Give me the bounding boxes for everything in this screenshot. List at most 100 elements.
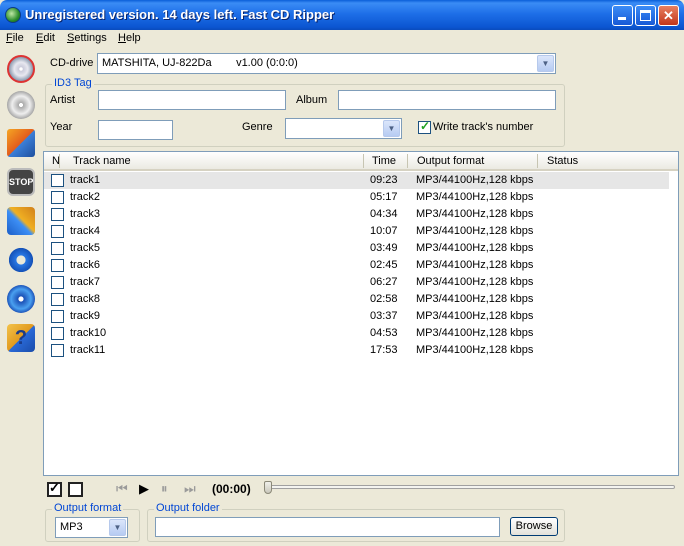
- write-track-number-label: Write track's number: [433, 121, 534, 133]
- track-format-cell: MP3/44100Hz,128 kbps: [416, 242, 534, 254]
- year-input[interactable]: [98, 120, 173, 140]
- column-divider[interactable]: [59, 154, 60, 168]
- track-format-cell: MP3/44100Hz,128 kbps: [416, 225, 534, 237]
- track-name-cell: track10: [70, 327, 107, 339]
- chevron-down-icon[interactable]: ▼: [537, 55, 554, 72]
- playback-time: (00:00): [212, 482, 251, 496]
- track-name-cell: track1: [70, 174, 100, 186]
- track-name-cell: track8: [70, 293, 100, 305]
- previous-icon[interactable]: ⏮: [116, 481, 128, 497]
- close-button[interactable]: ✕: [658, 5, 679, 26]
- cd-info-button[interactable]: [4, 88, 38, 122]
- track-time-cell: 03:49: [370, 242, 398, 254]
- track-checkbox[interactable]: [51, 208, 64, 221]
- column-divider[interactable]: [537, 154, 538, 168]
- rip-icon: [7, 55, 35, 83]
- track-checkbox[interactable]: [51, 242, 64, 255]
- help-button[interactable]: ?: [4, 321, 38, 355]
- next-icon[interactable]: ⏭: [184, 481, 196, 497]
- table-row[interactable]: track6 02:45 MP3/44100Hz,128 kbps: [44, 257, 678, 274]
- track-format-cell: MP3/44100Hz,128 kbps: [416, 327, 534, 339]
- menu-edit[interactable]: Edit: [36, 32, 55, 44]
- select-none-checkbox[interactable]: [68, 482, 83, 497]
- track-format-cell: MP3/44100Hz,128 kbps: [416, 276, 534, 288]
- column-divider[interactable]: [407, 154, 408, 168]
- track-checkbox[interactable]: [51, 174, 64, 187]
- column-divider[interactable]: [363, 154, 364, 168]
- output-folder-caption: Output folder: [154, 502, 222, 514]
- write-track-number-checkbox[interactable]: [418, 119, 431, 134]
- album-input[interactable]: [338, 90, 556, 110]
- chevron-down-icon[interactable]: ▼: [109, 519, 126, 536]
- table-row[interactable]: track7 06:27 MP3/44100Hz,128 kbps: [44, 274, 678, 291]
- close-icon: ✕: [663, 8, 674, 23]
- track-checkbox[interactable]: [51, 327, 64, 340]
- table-row[interactable]: track3 04:34 MP3/44100Hz,128 kbps: [44, 206, 678, 223]
- table-row[interactable]: track10 04:53 MP3/44100Hz,128 kbps: [44, 325, 678, 342]
- track-format-cell: MP3/44100Hz,128 kbps: [416, 344, 534, 356]
- seek-bar[interactable]: [264, 481, 675, 494]
- column-header-status[interactable]: Status: [547, 155, 578, 167]
- track-time-cell: 02:58: [370, 293, 398, 305]
- track-format-cell: MP3/44100Hz,128 kbps: [416, 208, 534, 220]
- track-name-cell: track2: [70, 191, 100, 203]
- table-row[interactable]: track2 05:17 MP3/44100Hz,128 kbps: [44, 189, 678, 206]
- rip-button[interactable]: [4, 52, 38, 86]
- play-icon[interactable]: ▶: [139, 481, 149, 497]
- table-row[interactable]: track5 03:49 MP3/44100Hz,128 kbps: [44, 240, 678, 257]
- cd-drive-select[interactable]: MATSHITA, UJ-822Da v1.00 (0:0:0) ▼: [97, 53, 556, 74]
- track-checkbox[interactable]: [51, 191, 64, 204]
- column-header-track-name[interactable]: Track name: [73, 155, 131, 167]
- output-format-value: MP3: [60, 521, 83, 533]
- menu-settings[interactable]: Settings: [67, 32, 107, 44]
- track-format-cell: MP3/44100Hz,128 kbps: [416, 174, 534, 186]
- track-name-cell: track9: [70, 310, 100, 322]
- track-time-cell: 03:37: [370, 310, 398, 322]
- track-checkbox[interactable]: [51, 344, 64, 357]
- table-row[interactable]: track8 02:58 MP3/44100Hz,128 kbps: [44, 291, 678, 308]
- settings-button[interactable]: [4, 243, 38, 277]
- output-folder-input[interactable]: [155, 517, 500, 537]
- track-checkbox[interactable]: [51, 310, 64, 323]
- chevron-down-icon[interactable]: ▼: [383, 120, 400, 137]
- maximize-button[interactable]: [635, 5, 656, 26]
- output-format-select[interactable]: MP3 ▼: [55, 517, 128, 538]
- menu-help[interactable]: Help: [118, 32, 141, 44]
- track-checkbox[interactable]: [51, 276, 64, 289]
- track-checkbox[interactable]: [51, 259, 64, 272]
- column-header-time[interactable]: Time: [372, 155, 396, 167]
- track-checkbox[interactable]: [51, 225, 64, 238]
- track-name-cell: track7: [70, 276, 100, 288]
- maximize-icon: [640, 10, 651, 21]
- pause-icon[interactable]: ⏸: [161, 481, 168, 497]
- table-row[interactable]: track4 10:07 MP3/44100Hz,128 kbps: [44, 223, 678, 240]
- track-checkbox[interactable]: [51, 293, 64, 306]
- table-row[interactable]: track9 03:37 MP3/44100Hz,128 kbps: [44, 308, 678, 325]
- track-name-cell: track6: [70, 259, 100, 271]
- track-time-cell: 17:53: [370, 344, 398, 356]
- track-name-cell: track5: [70, 242, 100, 254]
- id3-caption: ID3 Tag: [52, 77, 94, 89]
- seek-thumb[interactable]: [264, 481, 272, 494]
- track-format-cell: MP3/44100Hz,128 kbps: [416, 191, 534, 203]
- player-bar: ⏮ ▶ ⏸ ⏭ (00:00): [43, 478, 679, 500]
- column-header-output-format[interactable]: Output format: [417, 155, 484, 167]
- menu-file[interactable]: File: [6, 32, 24, 44]
- artist-input[interactable]: [98, 90, 286, 110]
- track-time-cell: 02:45: [370, 259, 398, 271]
- tools-icon: [7, 207, 35, 235]
- track-time-cell: 04:53: [370, 327, 398, 339]
- help-icon: ?: [7, 324, 35, 352]
- stop-button[interactable]: STOP: [4, 165, 38, 199]
- browse-button[interactable]: Browse: [510, 517, 558, 536]
- minimize-button[interactable]: [612, 5, 633, 26]
- select-all-checkbox[interactable]: [47, 480, 62, 497]
- genre-select[interactable]: ▼: [285, 118, 402, 139]
- track-list[interactable]: N Track name Time Output format Status t…: [43, 151, 679, 476]
- cddb-button[interactable]: [4, 126, 38, 160]
- cd-drive-label: CD-drive: [50, 57, 94, 69]
- tools-button[interactable]: [4, 204, 38, 238]
- disc-button[interactable]: [4, 282, 38, 316]
- table-row[interactable]: track11 17:53 MP3/44100Hz,128 kbps: [44, 342, 678, 359]
- table-row[interactable]: track1 09:23 MP3/44100Hz,128 kbps: [44, 172, 669, 189]
